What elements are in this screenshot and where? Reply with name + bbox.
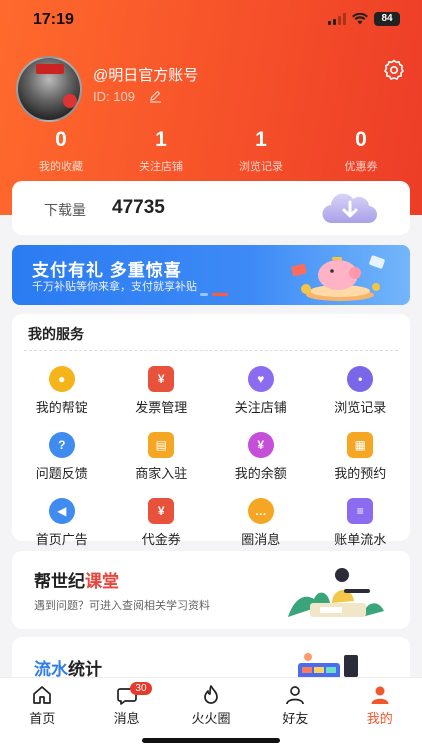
course-title-prefix: 帮世纪 [34, 572, 85, 591]
status-bar: 17:19 84 [0, 0, 422, 40]
footprint-icon: • [347, 366, 374, 392]
stat-value: 1 [155, 128, 167, 151]
piggy-bank-illustration [291, 255, 385, 301]
username: @明日官方账号 [93, 67, 199, 84]
store-icon: ▤ [148, 432, 175, 458]
download-count-card[interactable]: 下载量 47735 [12, 181, 410, 235]
megaphone-icon: ◀ [48, 498, 75, 524]
course-title-highlight: 课堂 [85, 572, 119, 591]
service-circle-messages[interactable]: … 圈消息 [211, 498, 311, 548]
banner-subtitle: 千万补贴等你来拿，支付就享补贴 [32, 281, 197, 293]
wallet-icon: ¥ [247, 432, 274, 458]
user-icon [371, 686, 389, 704]
tab-label: 首页 [29, 711, 56, 726]
service-label: 账单流水 [334, 532, 387, 547]
stat-favorites[interactable]: 0 我的收藏 [11, 128, 111, 174]
voucher-icon: ¥ [148, 498, 175, 524]
heart-icon: ♥ [247, 366, 274, 392]
course-card[interactable]: 帮世纪课堂 遇到问题？可进入查阅相关学习资料 [12, 551, 410, 629]
calendar-icon: ▦ [347, 432, 374, 458]
gear-icon [384, 59, 404, 80]
download-count-label: 下载量 [44, 202, 86, 218]
service-bill-records[interactable]: ≡ 账单流水 [311, 498, 411, 548]
service-home-ads[interactable]: ◀ 首页广告 [12, 498, 112, 548]
course-title: 帮世纪课堂 [34, 567, 119, 592]
stat-value: 1 [255, 128, 267, 151]
question-icon: ? [48, 432, 75, 458]
service-label: 商家入驻 [135, 466, 188, 481]
tab-label: 消息 [113, 711, 140, 726]
services-grid: ● 我的帮锭 ¥ 发票管理 ♥ 关注店铺 • 浏览记录 ? 问题反馈 ▤ 商家入… [12, 366, 410, 548]
my-services-card: 我的服务 ● 我的帮锭 ¥ 发票管理 ♥ 关注店铺 • 浏览记录 ? 问题反馈 … [12, 314, 410, 547]
edit-icon[interactable] [149, 90, 162, 103]
service-label: 发票管理 [135, 400, 188, 415]
home-indicator [142, 738, 280, 743]
divider [24, 350, 398, 351]
promo-banner[interactable]: 支付有礼 多重惊喜 千万补贴等你来拿，支付就享补贴 [12, 245, 410, 305]
cloud-download-icon [322, 193, 378, 224]
service-appointments[interactable]: ▦ 我的预约 [311, 432, 411, 482]
reading-person-illustration [288, 568, 384, 617]
user-id-label: ID: [93, 89, 110, 104]
tab-label: 火火圈 [191, 711, 231, 726]
stat-browse-history[interactable]: 1 浏览记录 [211, 128, 311, 174]
stat-followed-stores[interactable]: 1 关注店铺 [111, 128, 211, 174]
service-vouchers[interactable]: ¥ 代金券 [112, 498, 212, 548]
tab-label: 我的 [366, 711, 393, 726]
unread-badge: 30 [130, 682, 152, 695]
avatar-decoration-dot [63, 94, 77, 108]
avatar-decoration [36, 64, 64, 74]
service-label: 问题反馈 [35, 466, 88, 481]
user-id-row: ID: 109 [93, 89, 162, 104]
coins-icon: ● [48, 366, 75, 392]
chat-icon: … [247, 498, 274, 524]
user-id-value: 109 [113, 89, 135, 104]
stat-value: 0 [355, 128, 367, 151]
bill-icon: ≡ [347, 498, 374, 524]
tab-me[interactable]: 我的 [338, 678, 422, 750]
service-invoice-management[interactable]: ¥ 发票管理 [112, 366, 212, 416]
settings-button[interactable] [382, 58, 406, 82]
wifi-icon [352, 13, 368, 25]
profile-stats: 0 我的收藏 1 关注店铺 1 浏览记录 0 优惠券 [0, 128, 422, 174]
service-my-coins[interactable]: ● 我的帮锭 [12, 366, 112, 416]
friends-icon [286, 686, 305, 705]
download-count-value: 47735 [112, 197, 165, 218]
status-icons: 84 [328, 12, 400, 26]
service-label: 首页广告 [35, 532, 88, 547]
service-label: 浏览记录 [334, 400, 387, 415]
stat-label: 优惠券 [344, 161, 378, 173]
banner-pagination [200, 293, 228, 296]
service-browse-history[interactable]: • 浏览记录 [311, 366, 411, 416]
service-label: 圈消息 [241, 532, 281, 547]
service-followed-stores[interactable]: ♥ 关注店铺 [211, 366, 311, 416]
stat-value: 0 [55, 128, 67, 151]
tab-home[interactable]: 首页 [0, 678, 84, 750]
service-merchant-join[interactable]: ▤ 商家入驻 [112, 432, 212, 482]
service-label: 我的帮锭 [35, 400, 88, 415]
battery-indicator: 84 [374, 12, 400, 26]
invoice-icon: ¥ [148, 366, 175, 392]
status-time: 17:19 [33, 11, 74, 28]
service-label: 我的预约 [334, 466, 387, 481]
services-title: 我的服务 [28, 326, 84, 342]
service-balance[interactable]: ¥ 我的余额 [211, 432, 311, 482]
tab-label: 好友 [282, 711, 309, 726]
service-feedback[interactable]: ? 问题反馈 [12, 432, 112, 482]
service-label: 我的余额 [234, 466, 287, 481]
home-icon [33, 686, 52, 704]
stat-label: 我的收藏 [39, 161, 83, 173]
stat-label: 浏览记录 [239, 161, 283, 173]
stat-label: 关注店铺 [139, 161, 183, 173]
course-subtitle: 遇到问题？可进入查阅相关学习资料 [34, 600, 210, 612]
stat-coupons[interactable]: 0 优惠券 [311, 128, 411, 174]
cellular-signal-icon [328, 13, 346, 25]
flame-icon [204, 685, 218, 704]
service-label: 关注店铺 [234, 400, 287, 415]
avatar[interactable] [16, 56, 82, 122]
service-label: 代金券 [141, 532, 181, 547]
